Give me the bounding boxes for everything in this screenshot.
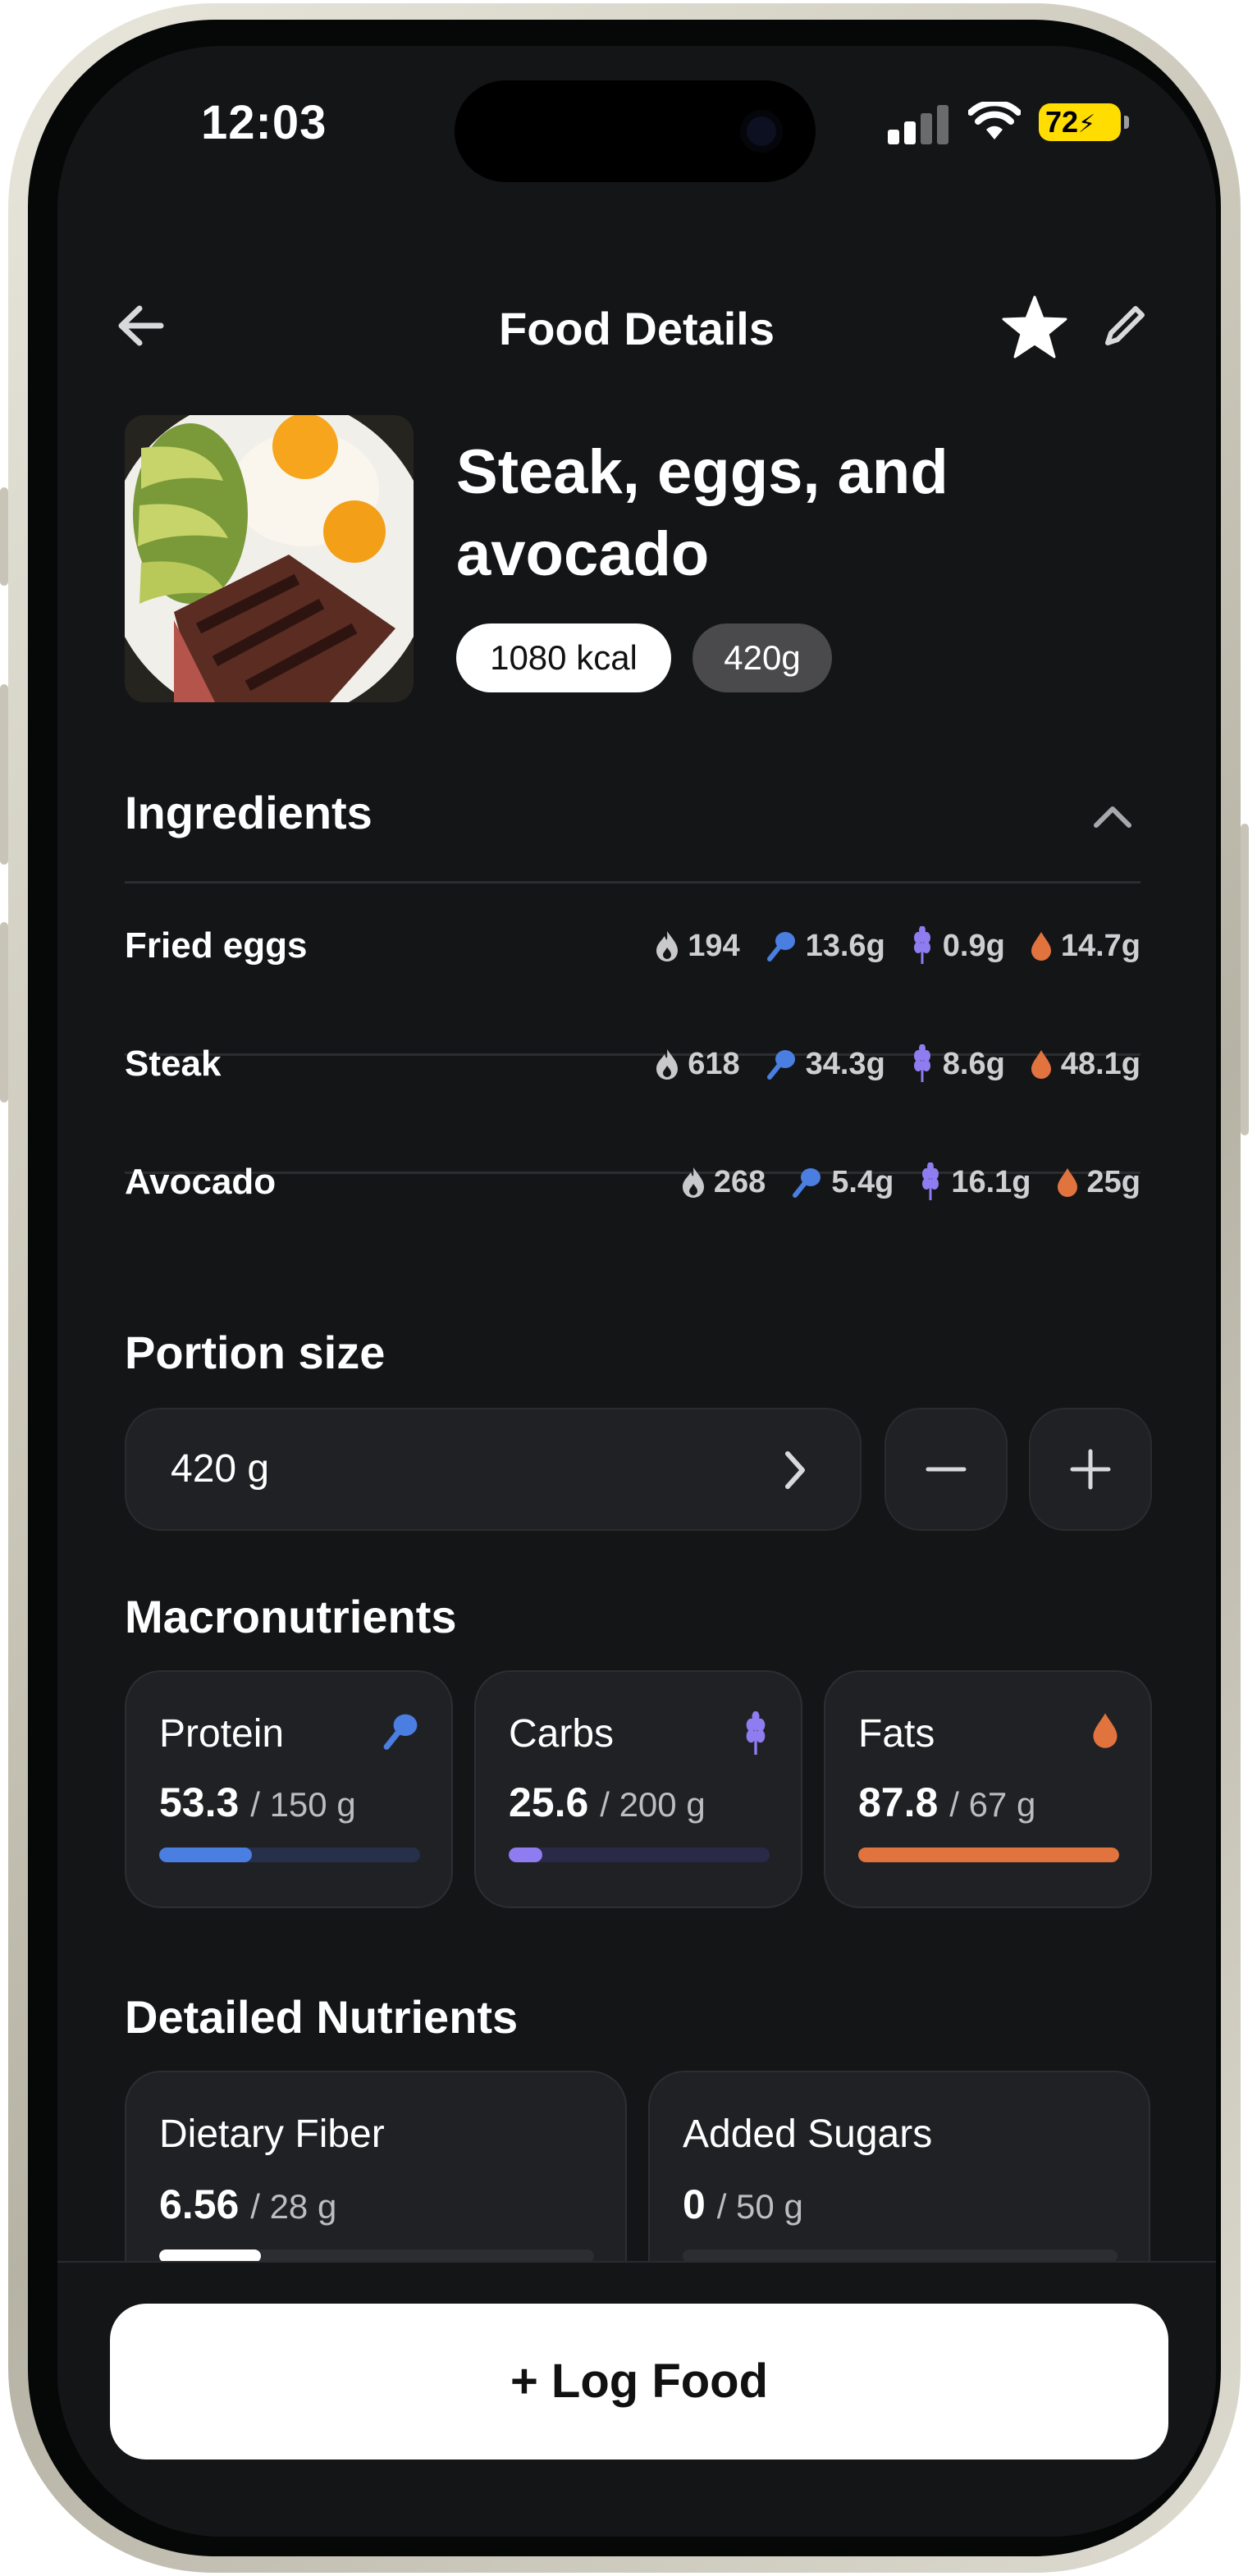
macro-progress-track: [509, 1848, 770, 1862]
macro-label: Fats: [858, 1712, 935, 1756]
macro-value: 53.3: [159, 1779, 240, 1825]
food-photo: [125, 415, 414, 702]
increase-portion-button[interactable]: [1029, 1408, 1152, 1531]
drumstick-icon: [766, 1050, 795, 1080]
ingredient-name: Avocado: [125, 1162, 277, 1202]
battery-indicator: 72⚡: [1039, 103, 1129, 141]
phone-frame: 12:03 72⚡ Food Details Steak, eggs, and …: [0, 3, 1249, 2573]
ingredient-fat: 14.7g: [1060, 928, 1140, 963]
ingredient-carbs: 16.1g: [951, 1164, 1031, 1199]
macro-goal: / 150 g: [250, 1785, 356, 1824]
nutrient-label: Dietary Fiber: [159, 2112, 385, 2156]
ingredient-row-steak[interactable]: Steak 618 34.3g 8.6g 48.1g: [125, 1035, 1140, 1093]
macro-progress-fill: [159, 1848, 252, 1862]
nutrient-goal: / 50 g: [716, 2187, 803, 2226]
flame-icon: [656, 1049, 679, 1080]
wheat-icon: [913, 926, 930, 964]
dynamic-island: [455, 80, 816, 182]
status-time: 12:03: [201, 96, 327, 149]
ingredients-title: Ingredients: [125, 787, 373, 838]
plus-icon: [1070, 1449, 1111, 1490]
macro-progress-fill: [858, 1848, 1119, 1862]
portion-size-selector[interactable]: 420 g: [125, 1408, 862, 1531]
macro-label: Carbs: [509, 1712, 615, 1756]
decrease-portion-button[interactable]: [884, 1408, 1008, 1531]
drop-icon: [1031, 932, 1051, 961]
app-screen: 12:03 72⚡ Food Details Steak, eggs, and …: [57, 46, 1216, 2537]
macro-card-fats: Fats 87.8 / 67 g: [824, 1670, 1152, 1908]
drumstick-icon: [383, 1714, 418, 1750]
battery-level: 72: [1045, 105, 1079, 139]
ingredient-name: Fried eggs: [125, 925, 308, 966]
ingredient-fat: 48.1g: [1060, 1046, 1140, 1081]
nutrient-label: Added Sugars: [683, 2112, 933, 2156]
macro-label: Protein: [159, 1712, 285, 1756]
nutrient-goal: / 28 g: [250, 2187, 337, 2226]
macro-value: 25.6: [509, 1779, 589, 1825]
wifi-icon: [968, 102, 1021, 139]
power-button: [1241, 824, 1249, 1135]
macro-goal: / 67 g: [949, 1785, 1036, 1824]
cellular-signal-icon: [888, 105, 948, 144]
ingredient-calories: 618: [688, 1046, 740, 1081]
divider: [125, 881, 1140, 884]
ingredient-carbs: 8.6g: [942, 1046, 1005, 1081]
favorite-star-icon[interactable]: [999, 292, 1070, 363]
macro-progress-track: [858, 1848, 1119, 1862]
ingredient-calories: 194: [688, 928, 740, 963]
wheat-icon: [913, 1044, 930, 1082]
detailed-nutrients-title: Detailed Nutrients: [125, 1991, 519, 2043]
macro-progress-track: [159, 1848, 420, 1862]
edit-pencil-icon[interactable]: [1099, 300, 1150, 351]
ingredient-protein: 34.3g: [805, 1046, 885, 1081]
macro-goal: / 200 g: [600, 1785, 706, 1824]
weight-badge: 420g: [692, 623, 832, 692]
drumstick-icon: [793, 1168, 821, 1198]
ingredient-fat: 25g: [1086, 1164, 1140, 1199]
food-name: Steak, eggs, and avocado: [456, 437, 948, 589]
ingredient-row-avocado[interactable]: Avocado 268 5.4g 16.1g 25g: [125, 1153, 1140, 1211]
food-photo-illustration: [125, 415, 414, 702]
collapse-chevron-up-icon[interactable]: [1088, 799, 1137, 832]
charging-bolt-icon: ⚡: [1078, 111, 1096, 138]
macro-progress-fill: [509, 1848, 542, 1862]
minus-icon: [926, 1467, 967, 1472]
flame-icon: [682, 1167, 704, 1198]
drumstick-icon: [766, 932, 795, 961]
macro-card-carbs: Carbs 25.6 / 200 g: [474, 1670, 802, 1908]
portion-size-title: Portion size: [125, 1327, 386, 1378]
ingredient-name: Steak: [125, 1044, 222, 1084]
wheat-icon: [746, 1711, 766, 1755]
wheat-icon: [922, 1162, 939, 1200]
nutrient-value: 6.56: [159, 2181, 240, 2227]
macronutrients-title: Macronutrients: [125, 1591, 457, 1642]
log-food-button[interactable]: + Log Food: [110, 2304, 1168, 2460]
nutrient-value: 0: [683, 2181, 706, 2227]
ingredient-protein: 13.6g: [805, 928, 885, 963]
macro-value: 87.8: [858, 1779, 939, 1825]
macro-card-protein: Protein 53.3 / 150 g: [125, 1670, 453, 1908]
drop-icon: [1093, 1713, 1118, 1748]
volume-up-button: [0, 684, 8, 865]
ingredient-protein: 5.4g: [831, 1164, 894, 1199]
drop-icon: [1057, 1168, 1077, 1197]
ingredient-row-fried-eggs[interactable]: Fried eggs 194 13.6g 0.9g 14.7g: [125, 917, 1140, 975]
ingredient-calories: 268: [713, 1164, 766, 1199]
portion-size-value: 420 g: [171, 1447, 270, 1491]
ingredient-carbs: 0.9g: [942, 928, 1005, 963]
drop-icon: [1031, 1050, 1051, 1079]
action-button: [0, 487, 8, 586]
volume-down-button: [0, 922, 8, 1103]
camera-icon: [740, 110, 783, 153]
chevron-right-icon: [785, 1451, 805, 1489]
calories-badge: 1080 kcal: [456, 623, 671, 692]
flame-icon: [656, 931, 679, 961]
